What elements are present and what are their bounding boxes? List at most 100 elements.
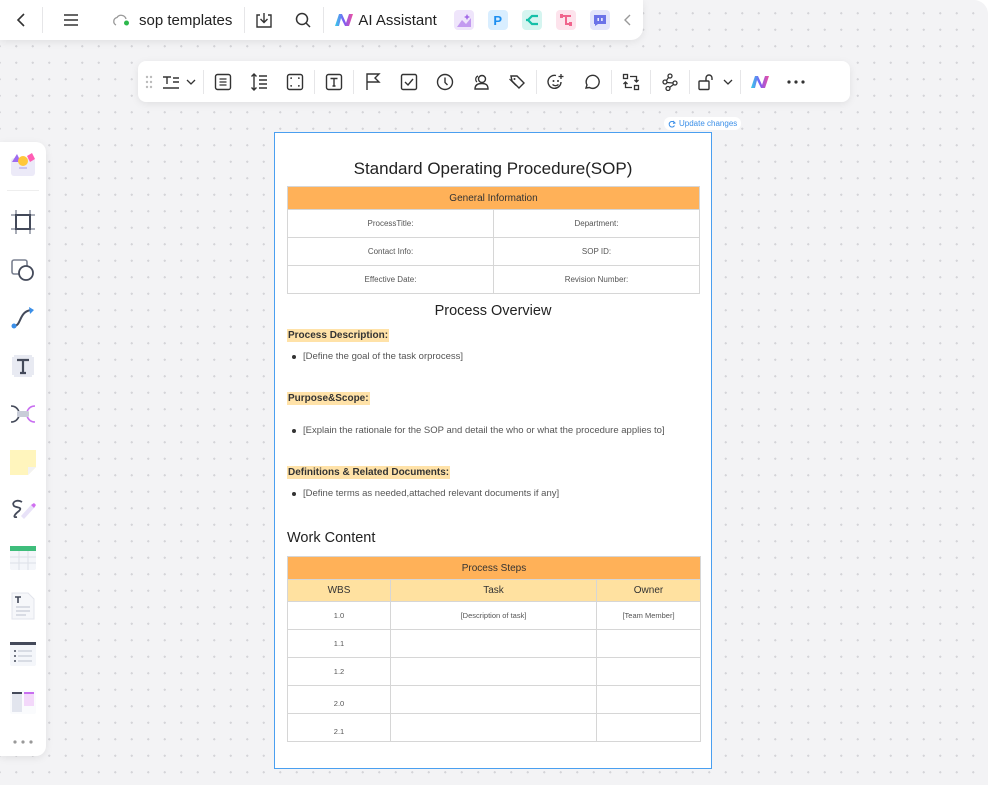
user-button[interactable] xyxy=(463,64,499,100)
wbs-cell[interactable]: 2.0 xyxy=(287,685,391,714)
ai-logo-icon xyxy=(751,75,769,88)
pen-tool[interactable] xyxy=(7,494,39,526)
emoji-add-button[interactable] xyxy=(538,64,574,100)
more-button[interactable] xyxy=(778,64,814,100)
divider xyxy=(314,69,315,94)
user-icon xyxy=(474,74,489,90)
text-box-button[interactable] xyxy=(316,64,352,100)
p-app-button[interactable]: P xyxy=(487,10,508,30)
document-tool[interactable] xyxy=(7,590,39,622)
document-title[interactable]: sop templates xyxy=(99,12,244,29)
ai-tool-button[interactable] xyxy=(742,64,778,100)
task-cell[interactable] xyxy=(390,713,597,742)
connector-icon xyxy=(11,307,34,329)
table-cell[interactable]: ProcessTitle: xyxy=(287,209,494,238)
left-tool-panel xyxy=(0,142,46,756)
task-cell[interactable]: [Description of task] xyxy=(390,601,597,630)
connector-tool[interactable] xyxy=(7,302,39,334)
text-style-icon xyxy=(163,75,179,89)
text-style-dropdown[interactable] xyxy=(156,64,202,100)
table-row: ProcessTitle: Department: xyxy=(287,209,700,238)
process-steps-table: Process Steps WBS Task Owner 1.0 [Descri… xyxy=(287,556,701,742)
bullet-dot xyxy=(292,428,296,433)
task-cell[interactable] xyxy=(390,657,597,686)
back-button[interactable] xyxy=(0,0,42,40)
clock-button[interactable] xyxy=(427,64,463,100)
document-title: Standard Operating Procedure(SOP) xyxy=(353,159,633,178)
templates-tool[interactable] xyxy=(7,148,39,180)
owner-cell[interactable] xyxy=(596,685,701,714)
ai-logo-icon xyxy=(335,14,354,26)
general-information-header: General Information xyxy=(287,186,700,210)
wbs-cell[interactable]: 1.0 xyxy=(287,601,391,630)
work-content-heading: Work Content xyxy=(287,530,376,546)
tag-button[interactable] xyxy=(499,64,535,100)
toolbar-drag-handle[interactable] xyxy=(142,64,156,100)
download-icon xyxy=(256,13,273,28)
collapse-button[interactable] xyxy=(617,0,639,40)
connect-button[interactable] xyxy=(652,64,688,100)
mindmap-app-button[interactable] xyxy=(521,10,542,30)
checkbox-icon xyxy=(400,73,418,90)
task-cell[interactable] xyxy=(390,685,597,714)
divider xyxy=(353,69,354,94)
kanban-tool[interactable] xyxy=(7,686,39,718)
table-cell[interactable]: Revision Number: xyxy=(493,265,700,294)
flowchart-app-button[interactable] xyxy=(555,10,576,30)
document-title-text: sop templates xyxy=(139,11,233,29)
p-app-icon: P xyxy=(493,12,503,28)
menu-button[interactable] xyxy=(43,0,99,40)
comment-button[interactable] xyxy=(574,64,610,100)
line-spacing-icon xyxy=(251,72,267,91)
update-changes-button[interactable]: Update changes xyxy=(664,117,742,130)
emoji-add-icon xyxy=(547,73,564,89)
wbs-cell[interactable]: 1.2 xyxy=(287,657,391,686)
table-cell[interactable]: SOP ID: xyxy=(493,237,700,266)
ai-assistant-button[interactable]: AI Assistant xyxy=(324,12,446,29)
general-information-table: General Information ProcessTitle: Depart… xyxy=(287,186,700,294)
ai-image-app-button[interactable] xyxy=(453,10,474,30)
more-tools-button[interactable] xyxy=(7,726,39,758)
frame-tool[interactable] xyxy=(7,206,39,238)
lock-dropdown[interactable] xyxy=(691,64,739,100)
table-cell[interactable]: Effective Date: xyxy=(287,265,494,294)
replace-button[interactable] xyxy=(613,64,649,100)
fit-frame-icon xyxy=(286,73,304,90)
owner-cell[interactable] xyxy=(596,629,701,658)
table-row: Effective Date: Revision Number: xyxy=(287,265,700,294)
flag-button[interactable] xyxy=(355,64,391,100)
owner-cell[interactable] xyxy=(596,713,701,742)
list-item[interactable]: [Define the goal of the task orprocess] xyxy=(292,351,463,362)
shapes-tool[interactable] xyxy=(7,254,39,286)
refresh-icon xyxy=(668,120,676,128)
checkbox-button[interactable] xyxy=(391,64,427,100)
mindmap-tool[interactable] xyxy=(7,398,39,430)
table-cell[interactable]: Department: xyxy=(493,209,700,238)
wbs-cell[interactable]: 1.1 xyxy=(287,629,391,658)
list-item[interactable]: [Define terms as needed,attached relevan… xyxy=(292,488,559,499)
wbs-cell[interactable]: 2.1 xyxy=(287,713,391,742)
connect-icon xyxy=(662,72,678,91)
chat-app-button[interactable] xyxy=(589,10,610,30)
process-steps-header: Process Steps xyxy=(287,556,701,580)
list-tool[interactable] xyxy=(7,638,39,670)
fit-frame-button[interactable] xyxy=(277,64,313,100)
download-button[interactable] xyxy=(245,0,283,40)
align-button[interactable] xyxy=(205,64,241,100)
sticky-note-icon xyxy=(10,450,36,475)
text-tool[interactable] xyxy=(7,350,39,382)
owner-cell[interactable] xyxy=(596,657,701,686)
table-tool[interactable] xyxy=(7,542,39,574)
search-button[interactable] xyxy=(283,0,323,40)
more-icon xyxy=(787,79,805,84)
definitions-label: Definitions & Related Documents: xyxy=(287,466,451,479)
sop-document[interactable]: Standard Operating Procedure(SOP) Genera… xyxy=(274,132,712,769)
column-header-task: Task xyxy=(390,579,597,602)
table-cell[interactable]: Contact Info: xyxy=(287,237,494,266)
sticky-note-tool[interactable] xyxy=(7,446,39,478)
owner-cell[interactable]: [Team Member] xyxy=(596,601,701,630)
list-item[interactable]: [Explain the rationale for the SOP and d… xyxy=(292,425,665,436)
line-spacing-button[interactable] xyxy=(241,64,277,100)
task-cell[interactable] xyxy=(390,629,597,658)
text-box-icon xyxy=(325,73,343,90)
